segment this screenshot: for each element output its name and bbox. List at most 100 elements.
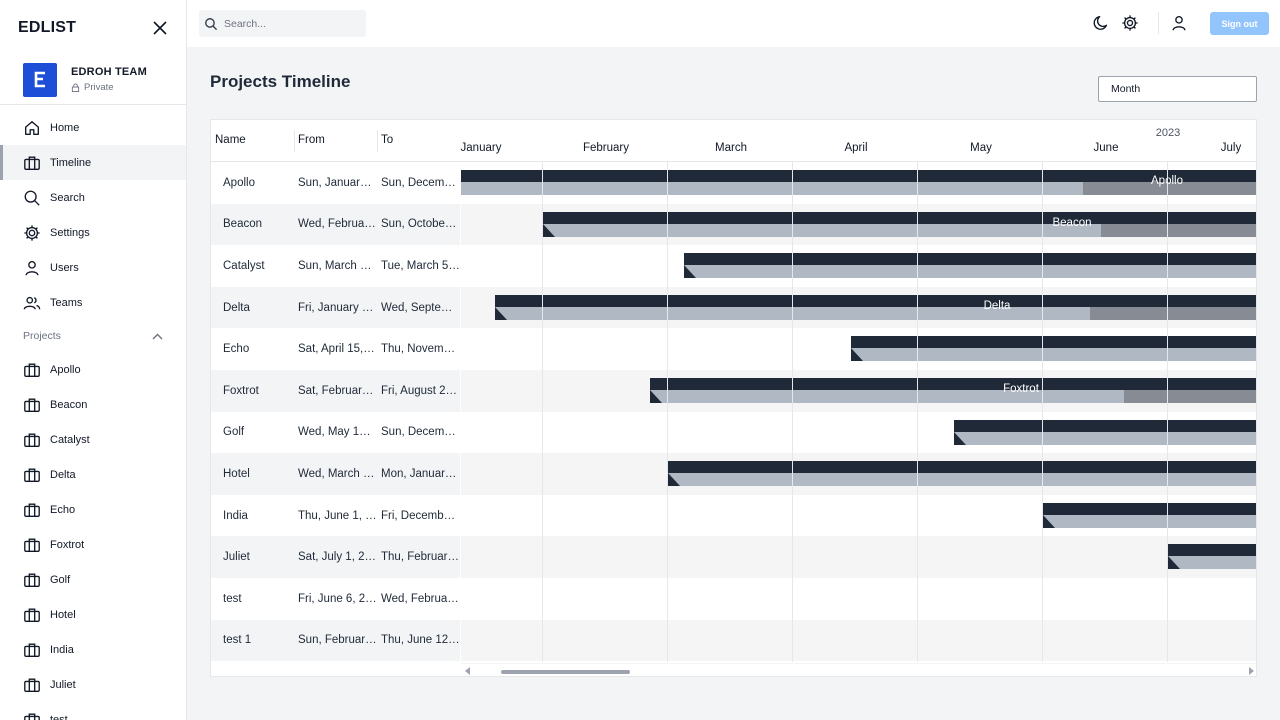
search-icon (205, 17, 218, 30)
column-divider (377, 130, 378, 152)
gantt-row[interactable]: Foxtrot Sat, Februar… Fri, August 2… Foxtro… (211, 370, 1256, 412)
task-bar[interactable] (668, 461, 1256, 487)
task-from-cell: Sun, March … (298, 259, 372, 272)
gantt-row[interactable]: Juliet Sat, July 1, 2… Thu, Februar… (211, 536, 1256, 578)
user-avatar-icon[interactable] (1170, 14, 1188, 32)
sidebar-project-item[interactable]: Echo (0, 492, 186, 527)
scroll-left-arrow[interactable] (465, 667, 470, 675)
sidebar-project-item[interactable]: Hotel (0, 597, 186, 632)
task-from-cell: Wed, Februa… (298, 218, 376, 231)
scrollbar-thumb[interactable] (501, 670, 630, 674)
sidebar-project-item[interactable]: Delta (0, 457, 186, 492)
sidebar-item-timeline[interactable]: Timeline (0, 145, 186, 180)
timeline-month-label: February (582, 142, 630, 154)
task-from-cell: Fri, June 6, 2… (298, 592, 377, 605)
task-bar[interactable] (851, 336, 1256, 362)
month-gridline (1042, 162, 1043, 662)
task-bar-label: Beacon (1052, 216, 1092, 229)
task-to-cell: Sun, Decem… (381, 176, 456, 189)
task-to-cell: Tue, March 5… (381, 259, 460, 272)
task-bar[interactable] (1043, 502, 1256, 528)
close-icon[interactable] (152, 20, 168, 36)
column-header-from[interactable]: From (298, 134, 325, 146)
topbar-divider (1158, 12, 1159, 34)
gantt-row[interactable]: Delta Fri, January … Wed, Septe… Delta (211, 286, 1256, 329)
gantt-header: Name From To 2023 January February March Ap… (211, 120, 1256, 162)
page-title: Projects Timeline (210, 72, 351, 91)
task-bar[interactable] (684, 253, 1256, 279)
task-to-cell: Sun, Decem… (381, 426, 456, 439)
sidebar-project-item[interactable]: test (0, 702, 186, 720)
task-to-cell: Fri, August 2… (381, 384, 458, 397)
top-bar: Sign out (187, 0, 1280, 47)
task-bar[interactable] (461, 170, 1256, 195)
gantt-row[interactable]: Catalyst Sun, March … Tue, March 5… (211, 245, 1256, 287)
gear-icon[interactable] (1121, 14, 1139, 32)
gantt-row[interactable]: India Thu, June 1, … Fri, Decemb… (211, 495, 1256, 537)
task-bar[interactable] (1168, 544, 1256, 570)
sidebar-nav: Home Timeline Search Settings Users Team… (0, 110, 186, 320)
search-input[interactable] (224, 17, 354, 30)
task-bar[interactable] (650, 378, 1256, 403)
briefcase-icon (24, 502, 40, 517)
sidebar-project-label: Catalyst (50, 433, 90, 446)
gantt-row[interactable]: Golf Wed, May 1… Sun, Decem… (211, 412, 1256, 454)
column-header-name[interactable]: Name (215, 134, 246, 146)
sidebar-project-item[interactable]: Foxtrot (0, 527, 186, 562)
sidebar-project-item[interactable]: Beacon (0, 387, 186, 422)
sign-out-button[interactable]: Sign out (1210, 12, 1269, 35)
month-gridline (792, 162, 793, 662)
sidebar-item-users[interactable]: Users (0, 250, 186, 285)
gantt-row[interactable]: test 1 Sun, Februar… Thu, June 12… (211, 619, 1256, 662)
task-name-cell: Juliet (223, 551, 250, 564)
sidebar-project-item[interactable]: Juliet (0, 667, 186, 702)
sidebar-item-settings[interactable]: Settings (0, 215, 186, 250)
search-box[interactable] (199, 10, 366, 37)
task-to-cell: Thu, June 12… (381, 634, 460, 647)
task-to-cell: Mon, Januar… (381, 467, 457, 480)
task-cells: Hotel Wed, March … Mon, Januar… (211, 453, 460, 495)
sidebar-project-item[interactable]: Apollo (0, 352, 186, 387)
task-from-cell: Sat, April 15,… (298, 343, 375, 356)
sidebar-item-label: Timeline (50, 156, 92, 169)
sidebar-project-item[interactable]: Catalyst (0, 422, 186, 457)
task-bar[interactable] (543, 211, 1256, 237)
gantt-row[interactable]: test Fri, June 6, 2… Wed, Februa… (211, 578, 1256, 620)
task-name-cell: Hotel (223, 467, 250, 480)
task-from-cell: Wed, May 1… (298, 426, 371, 439)
sidebar-project-label: Juliet (50, 678, 76, 691)
gantt-row[interactable]: Echo Sat, April 15,… Thu, Novem… (211, 328, 1256, 370)
sidebar-item-search[interactable]: Search (0, 180, 186, 215)
horizontal-scrollbar[interactable] (461, 663, 1256, 676)
briefcase-icon (24, 362, 40, 377)
sidebar-project-item[interactable]: India (0, 632, 186, 667)
task-cells: test Fri, June 6, 2… Wed, Februa… (211, 578, 460, 620)
task-to-cell: Thu, Novem… (381, 343, 456, 356)
sidebar-project-item[interactable]: Golf (0, 562, 186, 597)
moon-icon[interactable] (1092, 14, 1110, 32)
column-header-to[interactable]: To (381, 134, 393, 146)
scroll-right-arrow[interactable] (1249, 667, 1254, 675)
task-to-cell: Wed, Septe… (381, 301, 453, 314)
gantt-row[interactable]: Beacon Wed, Februa… Sun, Octobe… Beacon (211, 203, 1256, 246)
task-to-cell: Sun, Octobe… (381, 218, 457, 231)
sidebar-item-teams[interactable]: Teams (0, 285, 186, 320)
task-name-cell: India (223, 509, 248, 522)
team-card[interactable]: EDROH TEAM Private (0, 55, 186, 105)
task-cells: Beacon Wed, Februa… Sun, Octobe… (211, 203, 460, 246)
task-from-cell: Sat, Februar… (298, 384, 374, 397)
team-name: EDROH TEAM (71, 66, 147, 78)
sidebar-project-label: India (50, 643, 74, 656)
team-logo (23, 62, 57, 97)
projects-section-toggle[interactable]: Projects (0, 320, 186, 352)
task-bar[interactable] (954, 419, 1256, 445)
team-visibility: Private (71, 82, 147, 93)
task-cells: Foxtrot Sat, Februar… Fri, August 2… (211, 370, 460, 412)
gantt-row[interactable]: Hotel Wed, March … Mon, Januar… (211, 453, 1256, 495)
gantt-row[interactable]: Apollo Sun, Januar… Sun, Decem…Apollo (211, 162, 1256, 204)
sidebar-project-label: Beacon (50, 398, 88, 411)
sidebar-item-home[interactable]: Home (0, 110, 186, 145)
view-mode-select[interactable]: Month (1098, 76, 1257, 102)
sidebar-project-label: Foxtrot (50, 538, 85, 551)
task-bar[interactable] (495, 294, 1256, 320)
